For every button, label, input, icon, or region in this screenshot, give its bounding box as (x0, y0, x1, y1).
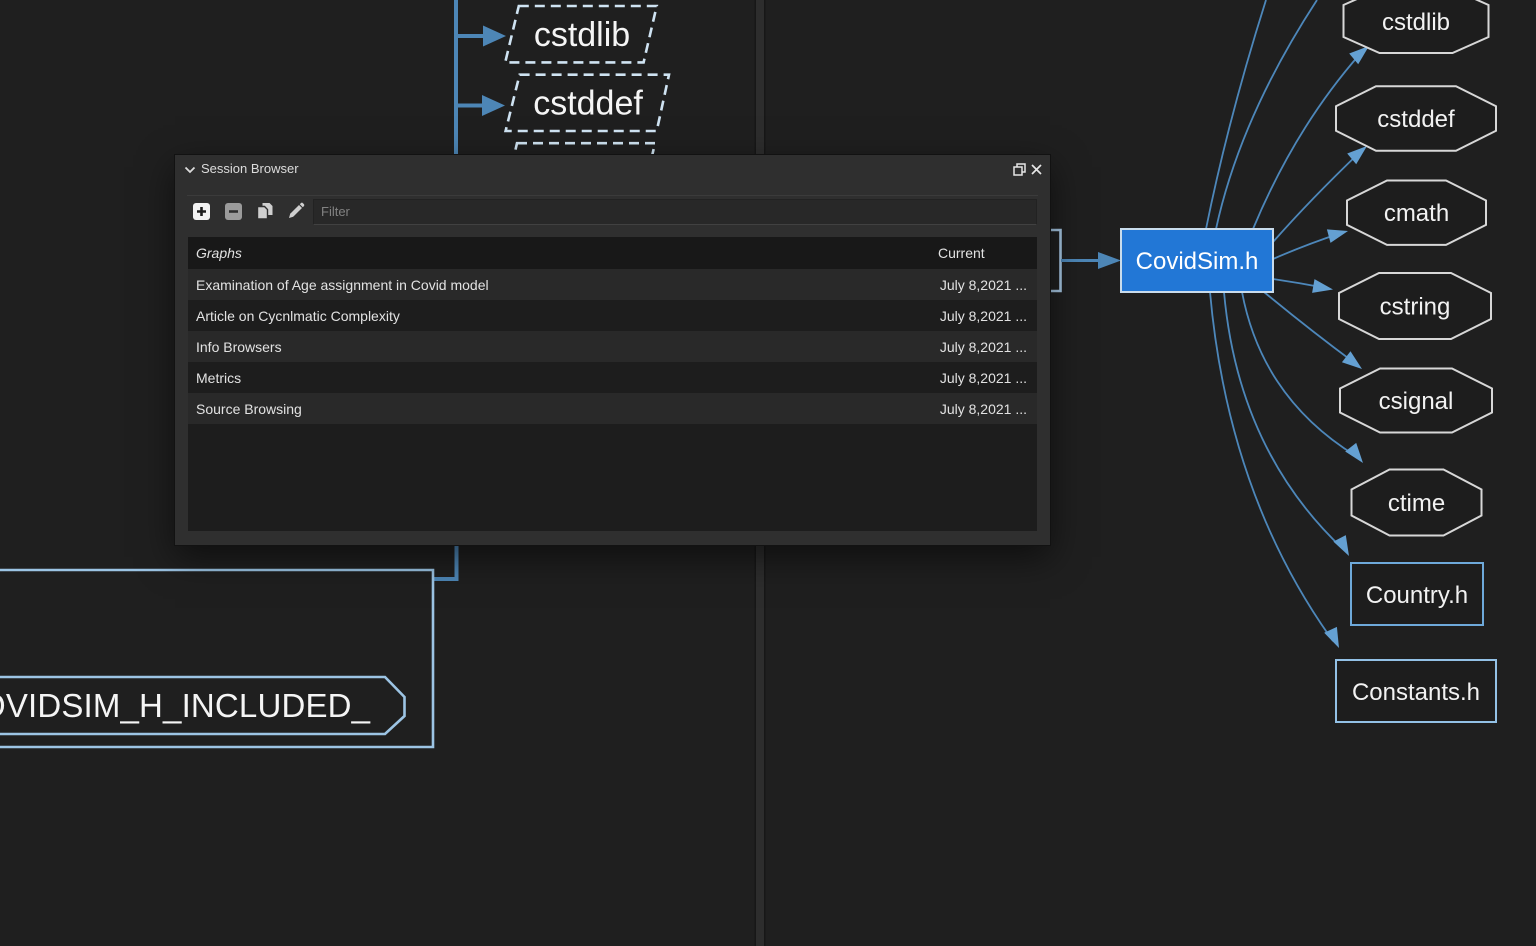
svg-text:csignal: csignal (1379, 388, 1454, 415)
svg-text:Country.h: Country.h (1366, 582, 1468, 609)
svg-text:cstdlib: cstdlib (534, 16, 630, 54)
svg-text:Constants.h: Constants.h (1352, 679, 1480, 706)
svg-text:cstddef: cstddef (1377, 106, 1455, 133)
svg-text:cstring: cstring (1380, 294, 1451, 321)
svg-text:cstddef: cstddef (533, 85, 643, 123)
svg-text:cstdlib: cstdlib (1382, 9, 1450, 36)
svg-text:COVIDSIM_H_INCLUDED_: COVIDSIM_H_INCLUDED_ (0, 687, 371, 724)
svg-text:ctime: ctime (1388, 490, 1445, 517)
svg-text:cmath: cmath (1384, 200, 1449, 227)
svg-text:CovidSim.h: CovidSim.h (1136, 248, 1259, 275)
